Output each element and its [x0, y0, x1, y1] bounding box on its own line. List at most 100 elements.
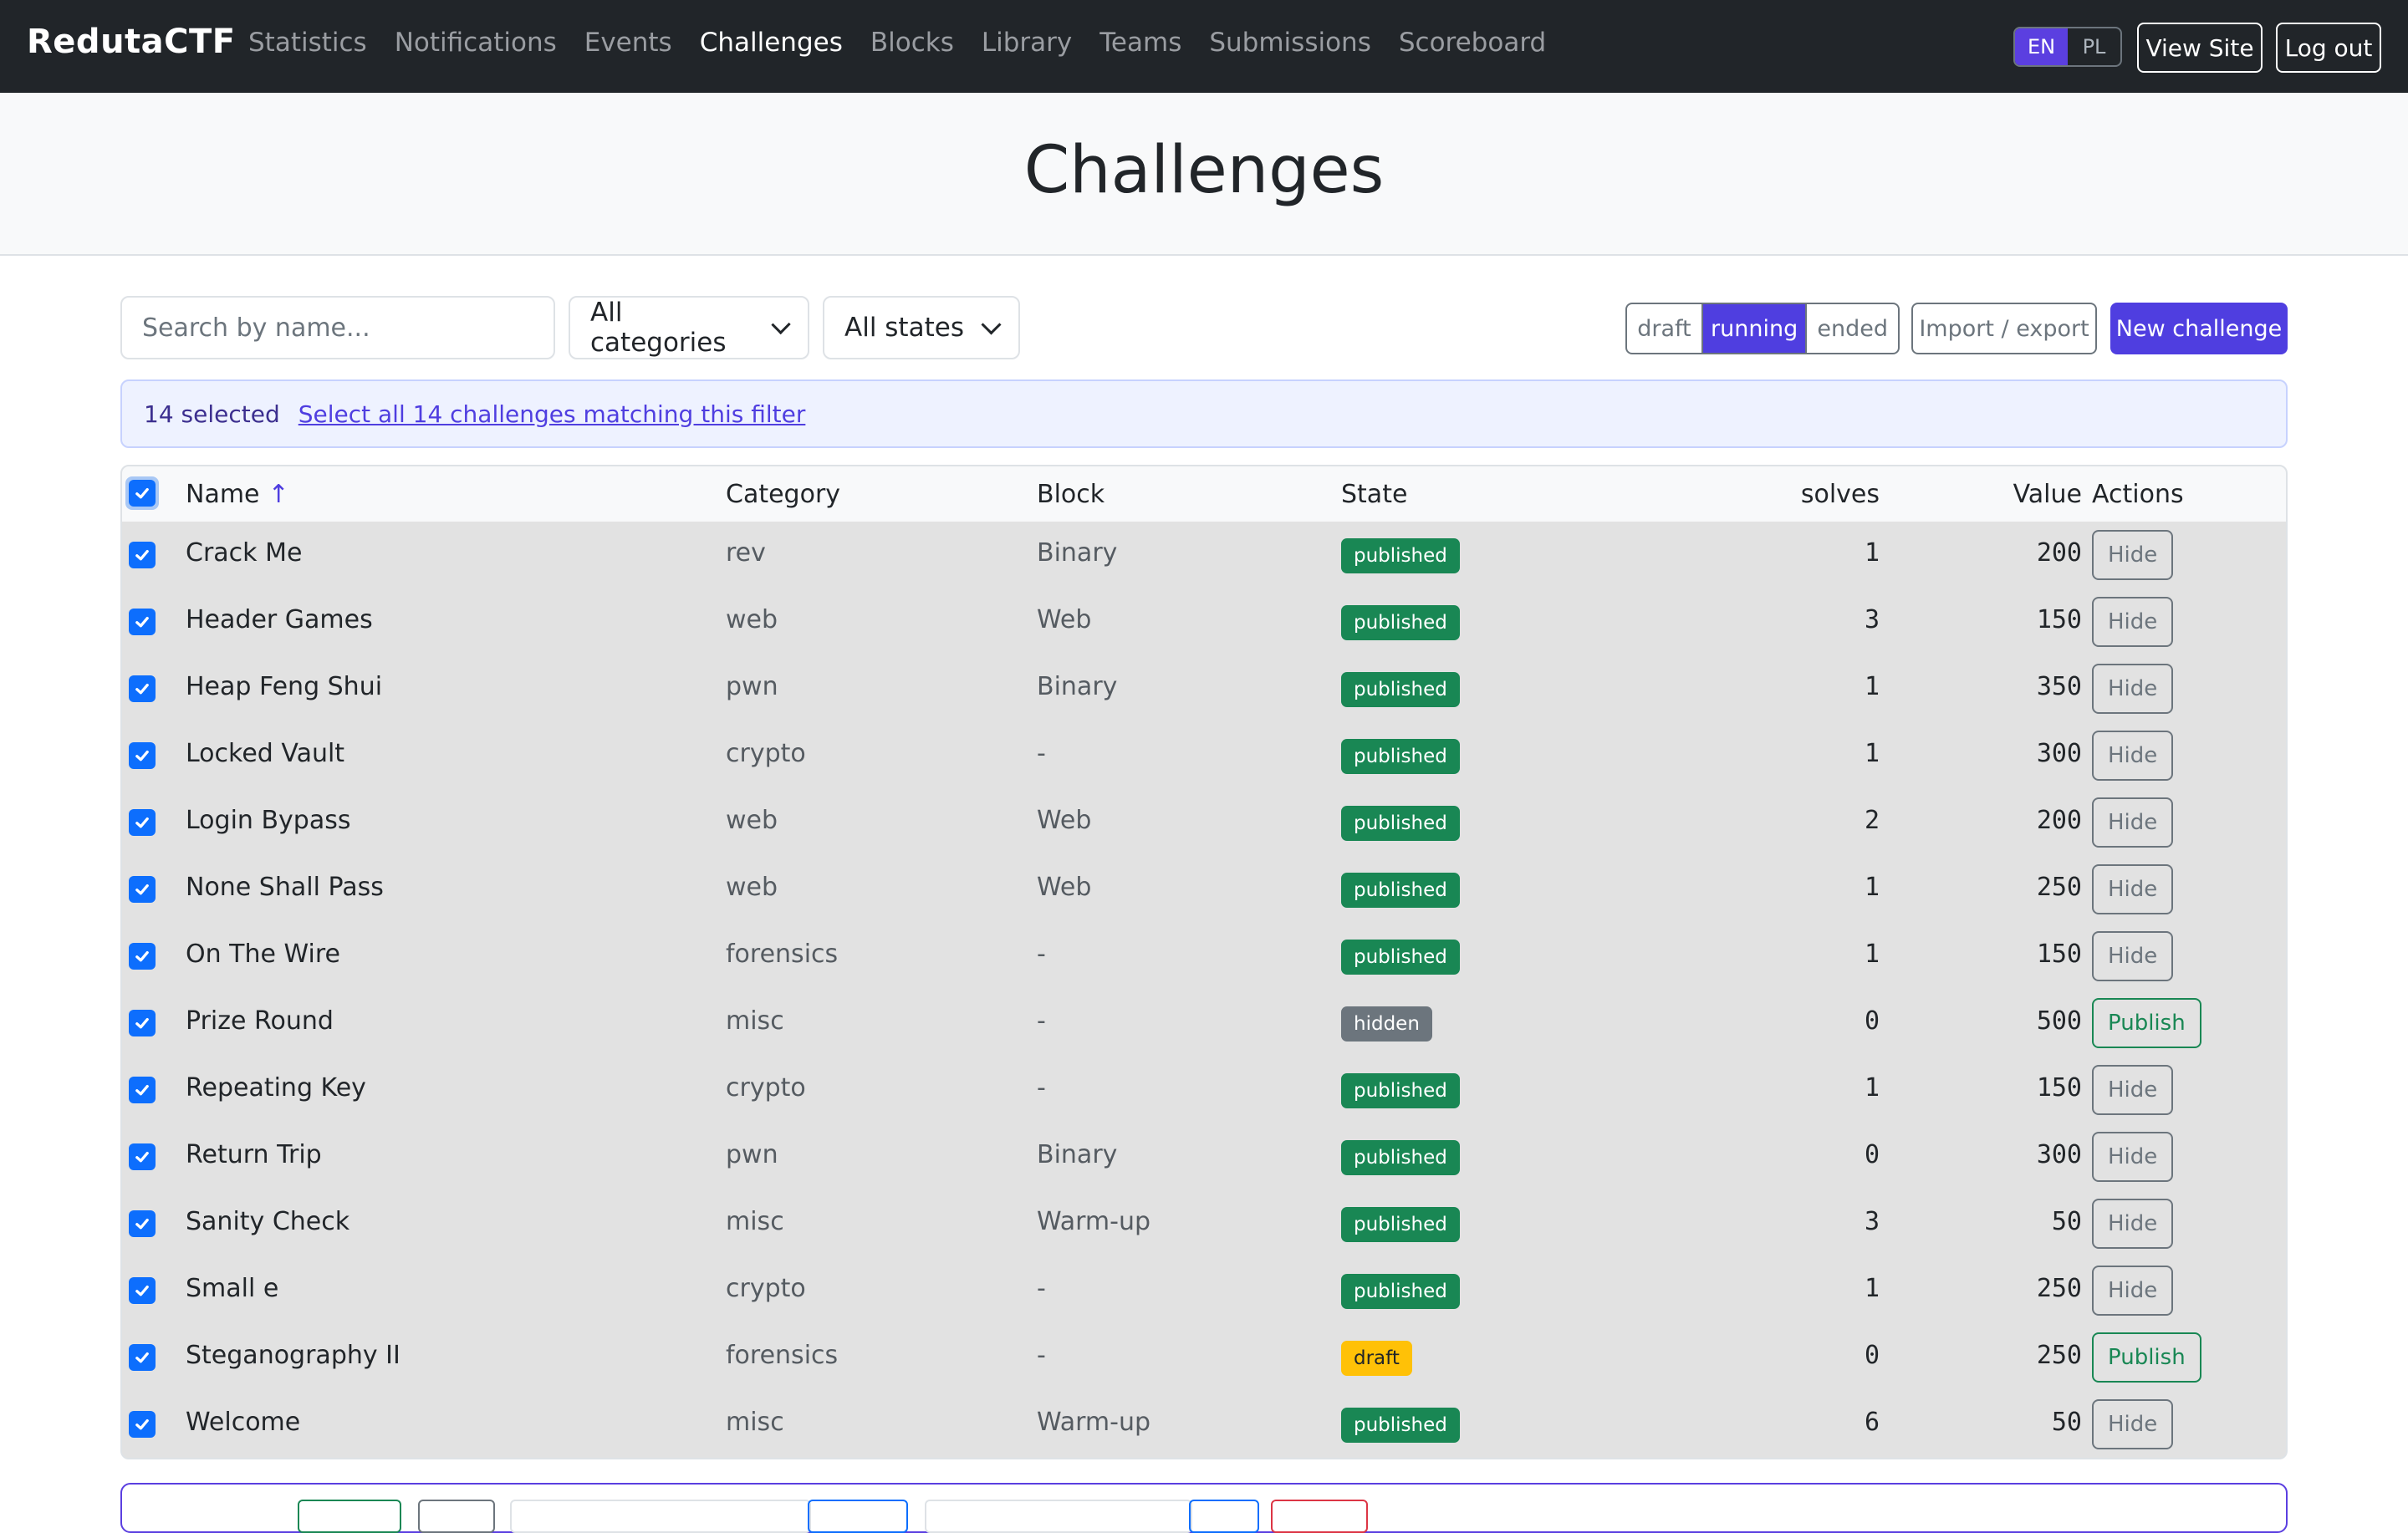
hide-button[interactable]: Hide	[2092, 597, 2174, 647]
row-checkbox[interactable]	[129, 876, 156, 903]
column-block-header[interactable]: Block	[1037, 480, 1105, 509]
checkbox-checked-icon	[135, 884, 149, 895]
challenge-name[interactable]: Steganography II	[186, 1341, 400, 1370]
select-all-checkbox[interactable]	[125, 476, 159, 510]
challenge-name[interactable]: On The Wire	[186, 940, 340, 969]
challenge-name[interactable]: Locked Vault	[186, 739, 344, 768]
nav-link-teams[interactable]: Teams	[1099, 28, 1181, 58]
bulk-select[interactable]	[925, 1500, 1192, 1533]
hide-button[interactable]: Hide	[2092, 731, 2174, 781]
bulk-action-button[interactable]	[418, 1500, 495, 1533]
view-site-button[interactable]: View Site	[2137, 23, 2263, 73]
hide-button[interactable]: Hide	[2092, 664, 2174, 714]
row-checkbox[interactable]	[129, 1143, 156, 1170]
checkbox-checked-icon	[135, 1285, 149, 1296]
row-checkbox[interactable]	[129, 1210, 156, 1237]
challenge-block: Binary	[1037, 1140, 1118, 1169]
challenge-solves: 6	[1864, 1408, 1880, 1437]
challenge-category: forensics	[726, 940, 839, 969]
nav-link-scoreboard[interactable]: Scoreboard	[1399, 28, 1546, 58]
checkbox-checked-icon	[129, 480, 156, 507]
new-challenge-button[interactable]: New challenge	[2110, 303, 2288, 354]
logout-button[interactable]: Log out	[2276, 23, 2381, 73]
challenge-name[interactable]: Repeating Key	[186, 1073, 366, 1103]
publish-button[interactable]: Publish	[2092, 1332, 2201, 1383]
nav-link-blocks[interactable]: Blocks	[870, 28, 954, 58]
challenge-solves: 1	[1864, 739, 1880, 768]
nav-link-notifications[interactable]: Notifications	[395, 28, 557, 58]
nav-link-challenges[interactable]: Challenges	[700, 28, 843, 58]
challenge-block: -	[1037, 1274, 1046, 1303]
bulk-delete-button[interactable]	[1271, 1500, 1368, 1533]
state-running-button[interactable]: running	[1702, 304, 1808, 353]
table-row: Prize Round misc - hidden 0 500 Publish	[122, 990, 2286, 1057]
column-category-header[interactable]: Category	[726, 480, 840, 509]
row-checkbox[interactable]	[129, 809, 156, 836]
bulk-apply-button[interactable]	[808, 1500, 908, 1533]
challenge-category: misc	[726, 1207, 784, 1236]
table-row: Login Bypass web Web published 2 200 Hide	[122, 789, 2286, 857]
challenge-name[interactable]: Welcome	[186, 1408, 300, 1437]
column-state-header[interactable]: State	[1341, 480, 1407, 509]
publish-button[interactable]: Publish	[2092, 998, 2201, 1048]
hide-button[interactable]: Hide	[2092, 1199, 2174, 1249]
hide-button[interactable]: Hide	[2092, 1399, 2174, 1449]
category-select[interactable]: All categories	[569, 296, 809, 359]
hide-button[interactable]: Hide	[2092, 797, 2174, 848]
state-ended-button[interactable]: ended	[1807, 304, 1898, 353]
challenge-name[interactable]: Heap Feng Shui	[186, 672, 382, 701]
import-export-button[interactable]: Import / export	[1911, 303, 2097, 354]
nav-link-statistics[interactable]: Statistics	[248, 28, 367, 58]
state-draft-button[interactable]: draft	[1627, 304, 1703, 353]
page-header: Challenges	[0, 93, 2408, 256]
challenge-name[interactable]: Prize Round	[186, 1006, 334, 1036]
select-all-link[interactable]: Select all 14 challenges matching this f…	[298, 400, 806, 428]
state-select[interactable]: All states	[823, 296, 1020, 359]
challenge-name[interactable]: None Shall Pass	[186, 873, 384, 902]
row-checkbox[interactable]	[129, 609, 156, 635]
hide-button[interactable]: Hide	[2092, 1266, 2174, 1316]
row-checkbox[interactable]	[129, 1077, 156, 1103]
hide-button[interactable]: Hide	[2092, 931, 2174, 981]
challenge-block: Warm-up	[1037, 1207, 1151, 1236]
challenge-name[interactable]: Sanity Check	[186, 1207, 349, 1236]
hide-button[interactable]: Hide	[2092, 864, 2174, 914]
lang-en-button[interactable]: EN	[2015, 28, 2068, 65]
search-input[interactable]	[120, 296, 555, 359]
row-checkbox[interactable]	[129, 1411, 156, 1438]
lang-pl-button[interactable]: PL	[2068, 28, 2120, 65]
row-checkbox[interactable]	[129, 675, 156, 702]
challenge-name[interactable]: Small e	[186, 1274, 278, 1303]
challenges-table: Name ↑ Category Block State solves Value …	[120, 465, 2288, 1459]
challenge-name[interactable]: Login Bypass	[186, 806, 351, 835]
row-checkbox[interactable]	[129, 1277, 156, 1304]
page-title: Challenges	[1023, 133, 1385, 208]
bulk-action-button[interactable]	[298, 1500, 401, 1533]
row-checkbox[interactable]	[129, 1010, 156, 1036]
challenge-value: 150	[2036, 605, 2082, 634]
hide-button[interactable]: Hide	[2092, 1132, 2174, 1182]
hide-button[interactable]: Hide	[2092, 1065, 2174, 1115]
column-name-header[interactable]: Name ↑	[186, 480, 289, 509]
row-checkbox[interactable]	[129, 943, 156, 970]
bulk-select[interactable]	[510, 1500, 811, 1533]
row-checkbox[interactable]	[129, 542, 156, 568]
challenge-name[interactable]: Return Trip	[186, 1140, 322, 1169]
chevron-down-icon	[981, 313, 1002, 335]
challenge-value: 300	[2036, 739, 2082, 768]
challenge-name[interactable]: Header Games	[186, 605, 373, 634]
challenge-solves: 3	[1864, 1207, 1880, 1236]
column-value-header[interactable]: Value	[2013, 480, 2082, 509]
challenge-category: pwn	[726, 1140, 778, 1169]
row-checkbox[interactable]	[129, 742, 156, 769]
nav-link-events[interactable]: Events	[584, 28, 672, 58]
hide-button[interactable]: Hide	[2092, 530, 2174, 580]
challenge-name[interactable]: Crack Me	[186, 538, 302, 568]
nav-link-submissions[interactable]: Submissions	[1209, 28, 1371, 58]
bulk-apply-button[interactable]	[1189, 1500, 1259, 1533]
nav-link-library[interactable]: Library	[982, 28, 1072, 58]
column-solves-header[interactable]: solves	[1801, 480, 1880, 509]
brand-logo[interactable]: RedutaCTF	[27, 23, 236, 61]
row-checkbox[interactable]	[129, 1344, 156, 1371]
challenge-block: -	[1037, 940, 1046, 969]
